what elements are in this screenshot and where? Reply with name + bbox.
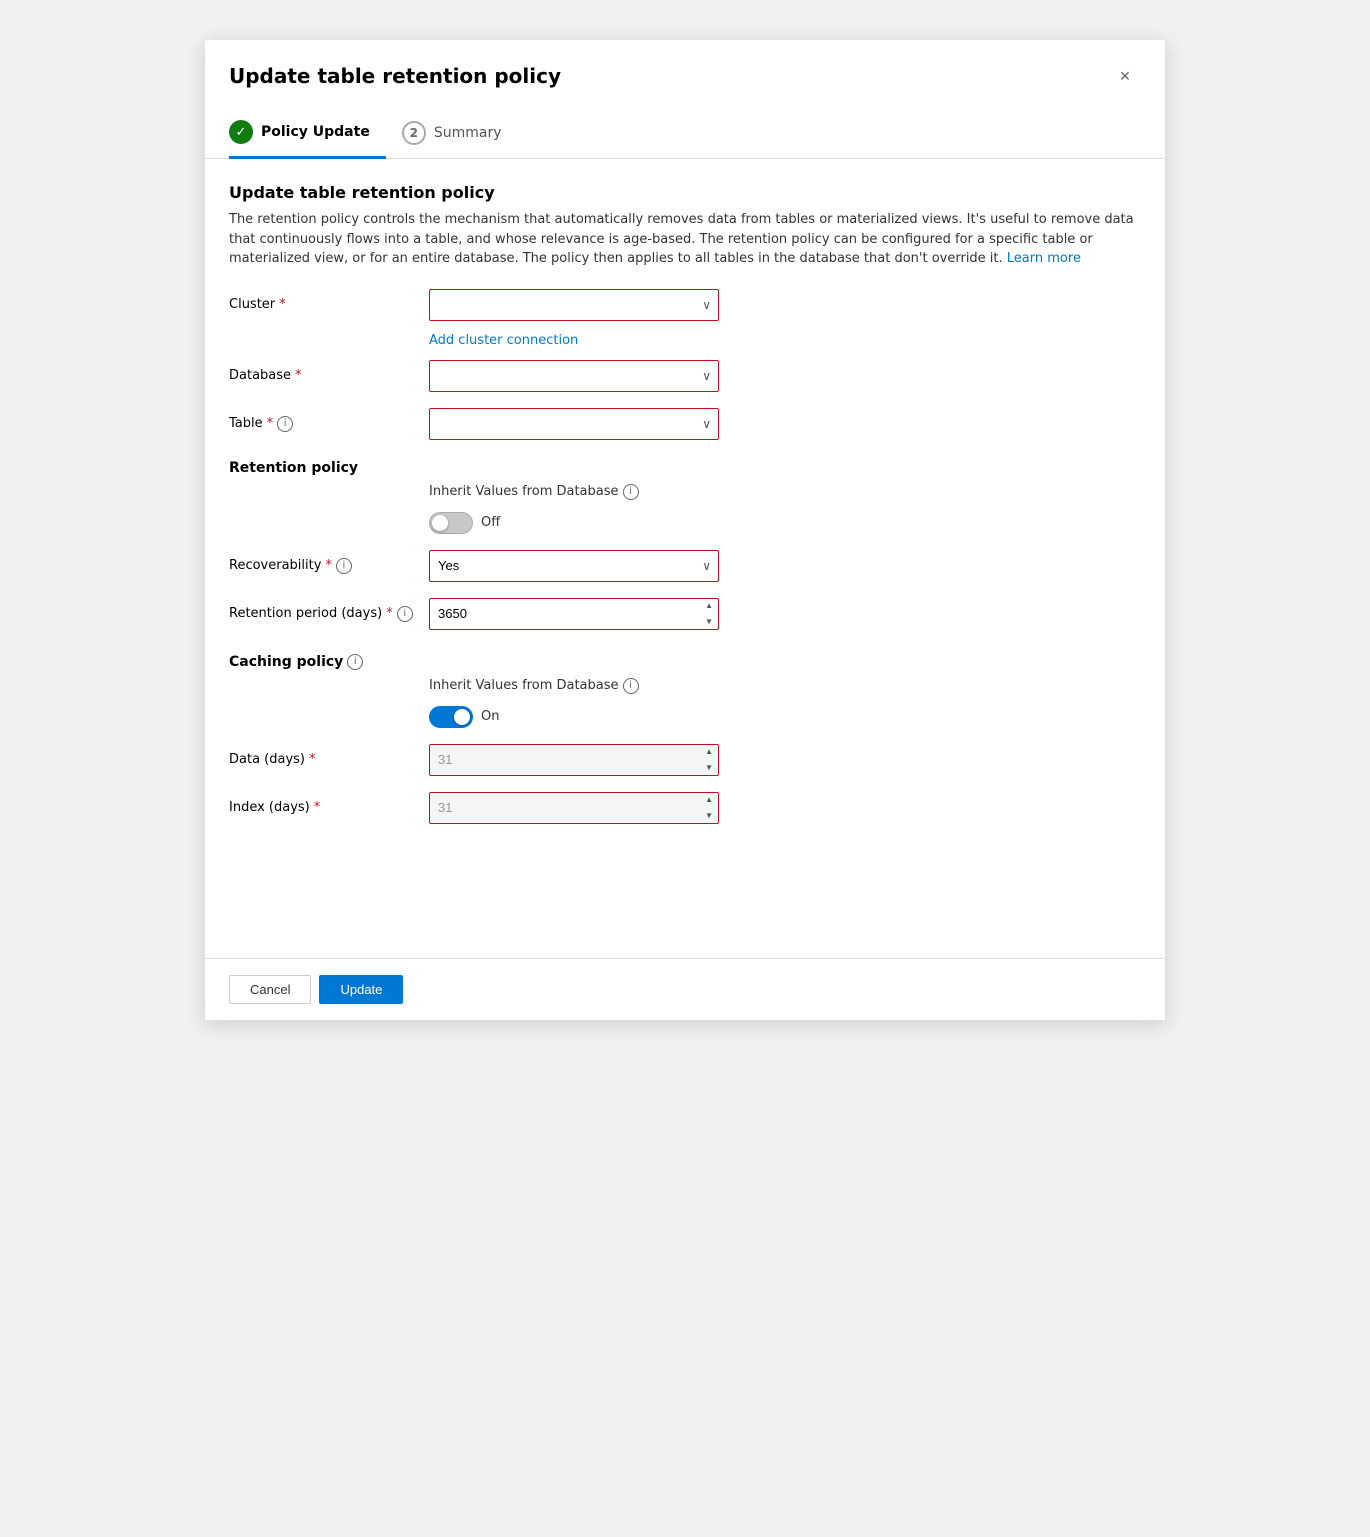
index-days-spinners: ▲ ▼ bbox=[703, 792, 715, 824]
index-days-up: ▲ bbox=[703, 792, 715, 808]
content: Update table retention policy The retent… bbox=[205, 159, 1165, 824]
retention-policy-section: Retention policy Inherit Values from Dat… bbox=[229, 460, 1141, 630]
data-days-row: Data (days) * ▲ ▼ bbox=[229, 744, 1141, 776]
retention-inherit-info-icon: i bbox=[623, 484, 639, 500]
table-label: Table * i bbox=[229, 416, 429, 432]
table-row: Table * i ∨ bbox=[229, 408, 1141, 440]
retention-inherit-row: Inherit Values from Database i bbox=[229, 484, 1141, 500]
index-days-down: ▼ bbox=[703, 808, 715, 824]
step-summary-label: Summary bbox=[434, 125, 502, 141]
retention-period-label: Retention period (days) * i bbox=[229, 606, 429, 622]
dialog: Update table retention policy × ✓ Policy… bbox=[205, 40, 1165, 1020]
data-days-input[interactable] bbox=[429, 744, 719, 776]
step-summary[interactable]: 2 Summary bbox=[386, 109, 518, 157]
retention-toggle-thumb bbox=[432, 515, 448, 531]
recoverability-input[interactable]: Yes bbox=[429, 550, 719, 582]
cluster-dropdown-wrapper: ∨ bbox=[429, 289, 719, 321]
update-button[interactable]: Update bbox=[319, 975, 403, 1004]
recoverability-info-icon: i bbox=[336, 558, 352, 574]
data-days-required: * bbox=[309, 752, 316, 767]
caching-inherit-label: Inherit Values from Database i bbox=[429, 678, 639, 694]
retention-toggle[interactable] bbox=[429, 512, 473, 534]
cluster-row: Cluster * ∨ bbox=[229, 289, 1141, 321]
index-days-label: Index (days) * bbox=[229, 800, 429, 815]
content-description: The retention policy controls the mechan… bbox=[229, 210, 1141, 269]
index-days-row: Index (days) * ▲ ▼ bbox=[229, 792, 1141, 824]
wizard-steps: ✓ Policy Update 2 Summary bbox=[205, 108, 1165, 159]
data-days-label: Data (days) * bbox=[229, 752, 429, 767]
caching-title-row: Caching policy i bbox=[229, 654, 1141, 670]
retention-toggle-label: Off bbox=[481, 515, 500, 530]
step-policy-update-label: Policy Update bbox=[261, 124, 370, 140]
retention-period-spinners: ▲ ▼ bbox=[703, 598, 715, 630]
retention-toggle-track[interactable] bbox=[429, 512, 473, 534]
retention-toggle-row: Off bbox=[229, 512, 1141, 534]
caching-policy-title: Caching policy i bbox=[229, 654, 429, 670]
dialog-title: Update table retention policy bbox=[229, 64, 561, 88]
recoverability-required: * bbox=[325, 558, 332, 573]
caching-policy-section: Caching policy i Inherit Values from Dat… bbox=[229, 654, 1141, 824]
add-cluster-row: Add cluster connection bbox=[229, 329, 1141, 348]
index-days-required: * bbox=[314, 800, 321, 815]
table-info-icon: i bbox=[277, 416, 293, 432]
data-days-up: ▲ bbox=[703, 744, 715, 760]
database-label: Database * bbox=[229, 368, 429, 383]
recoverability-row: Recoverability * i Yes ∨ bbox=[229, 550, 1141, 582]
dialog-header: Update table retention policy × bbox=[205, 40, 1165, 108]
retention-period-info-icon: i bbox=[397, 606, 413, 622]
caching-toggle-label: On bbox=[481, 709, 499, 724]
retention-period-up[interactable]: ▲ bbox=[703, 598, 715, 614]
caching-inherit-row: Inherit Values from Database i bbox=[229, 678, 1141, 694]
database-input[interactable] bbox=[429, 360, 719, 392]
data-days-down: ▼ bbox=[703, 760, 715, 776]
cancel-button[interactable]: Cancel bbox=[229, 975, 311, 1004]
retention-period-wrapper: ▲ ▼ bbox=[429, 598, 719, 630]
retention-title-row: Retention policy bbox=[229, 460, 1141, 476]
caching-toggle-track[interactable] bbox=[429, 706, 473, 728]
index-days-input[interactable] bbox=[429, 792, 719, 824]
index-days-wrapper: ▲ ▼ bbox=[429, 792, 719, 824]
database-required: * bbox=[295, 368, 302, 383]
step-policy-update[interactable]: ✓ Policy Update bbox=[229, 108, 386, 159]
retention-period-input[interactable] bbox=[429, 598, 719, 630]
cluster-required: * bbox=[279, 297, 286, 312]
caching-policy-info-icon: i bbox=[347, 654, 363, 670]
database-dropdown-wrapper: ∨ bbox=[429, 360, 719, 392]
retention-period-required: * bbox=[386, 606, 393, 621]
table-required: * bbox=[267, 416, 274, 431]
caching-toggle-row: On bbox=[229, 706, 1141, 728]
step-check-icon: ✓ bbox=[229, 120, 253, 144]
caching-toggle[interactable] bbox=[429, 706, 473, 728]
caching-inherit-info-icon: i bbox=[623, 678, 639, 694]
data-days-spinners: ▲ ▼ bbox=[703, 744, 715, 776]
data-days-wrapper: ▲ ▼ bbox=[429, 744, 719, 776]
content-section-title: Update table retention policy bbox=[229, 183, 1141, 202]
close-button[interactable]: × bbox=[1109, 60, 1141, 92]
recoverability-label: Recoverability * i bbox=[229, 558, 429, 574]
retention-period-row: Retention period (days) * i ▲ ▼ bbox=[229, 598, 1141, 630]
table-dropdown-wrapper: ∨ bbox=[429, 408, 719, 440]
database-row: Database * ∨ bbox=[229, 360, 1141, 392]
step-summary-num: 2 bbox=[402, 121, 426, 145]
cluster-label: Cluster * bbox=[229, 297, 429, 312]
retention-period-down[interactable]: ▼ bbox=[703, 614, 715, 630]
cluster-input[interactable] bbox=[429, 289, 719, 321]
learn-more-link[interactable]: Learn more bbox=[1007, 251, 1081, 266]
retention-inherit-label: Inherit Values from Database i bbox=[429, 484, 639, 500]
table-input[interactable] bbox=[429, 408, 719, 440]
retention-policy-title: Retention policy bbox=[229, 460, 429, 476]
caching-toggle-thumb bbox=[454, 709, 470, 725]
dialog-footer: Cancel Update bbox=[205, 958, 1165, 1020]
recoverability-dropdown-wrapper: Yes ∨ bbox=[429, 550, 719, 582]
add-cluster-link[interactable]: Add cluster connection bbox=[429, 333, 578, 348]
